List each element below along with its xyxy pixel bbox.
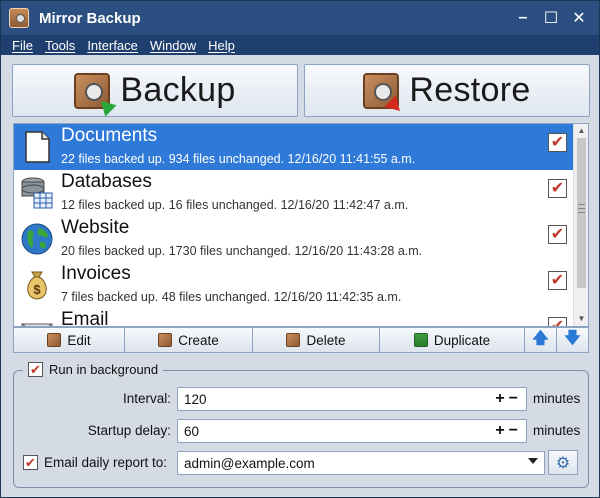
money-bag-icon: $ bbox=[27, 271, 47, 300]
interval-label: Interval: bbox=[122, 391, 171, 406]
email-report-label: Email daily report to: bbox=[44, 455, 168, 470]
restore-button[interactable]: Restore bbox=[304, 64, 590, 117]
run-in-background-checkbox[interactable]: ✔ bbox=[28, 362, 43, 377]
job-name: Website bbox=[61, 217, 130, 238]
create-label: Create bbox=[178, 332, 219, 348]
startup-delay-stepper[interactable]: +− bbox=[495, 422, 522, 440]
run-in-background-label: Run in background bbox=[49, 362, 159, 377]
scroll-up-icon[interactable]: ▲ bbox=[574, 124, 588, 138]
job-enabled-checkbox[interactable]: ✔ bbox=[548, 317, 567, 326]
list-item[interactable]: Email ✔ bbox=[14, 308, 574, 327]
scroll-thumb[interactable] bbox=[577, 138, 586, 288]
backup-job-list[interactable]: Documents 22 files backed up. 934 files … bbox=[13, 123, 589, 327]
grip-icon bbox=[578, 204, 585, 213]
startup-delay-field[interactable]: 60 +− bbox=[177, 419, 527, 443]
menu-help[interactable]: Help bbox=[202, 38, 241, 53]
restore-label: Restore bbox=[409, 71, 531, 109]
job-name: Email bbox=[61, 309, 109, 327]
job-enabled-checkbox[interactable]: ✔ bbox=[548, 133, 567, 152]
gear-icon: ⚙ bbox=[555, 454, 571, 472]
arrow-down-icon: 🡇 bbox=[564, 329, 581, 347]
minimize-button[interactable]: – bbox=[509, 1, 537, 35]
job-enabled-checkbox[interactable]: ✔ bbox=[548, 179, 567, 198]
edit-icon bbox=[47, 333, 62, 347]
move-up-button[interactable]: 🡅 bbox=[525, 328, 557, 352]
email-report-toggle[interactable]: ✔ Email daily report to: bbox=[23, 455, 167, 470]
list-item[interactable]: Databases 12 files backed up. 16 files u… bbox=[14, 170, 574, 216]
interval-value: 120 bbox=[184, 391, 207, 407]
email-value: admin@example.com bbox=[184, 455, 315, 471]
job-toolbar: Edit Create Delete Duplicate 🡅 🡇 bbox=[13, 327, 589, 353]
menu-bar: File Tools Interface Window Help bbox=[1, 35, 599, 55]
svg-text:$: $ bbox=[33, 282, 41, 297]
window-controls: – ☐ ✕ bbox=[509, 1, 593, 35]
email-dropdown[interactable]: admin@example.com bbox=[177, 451, 545, 475]
list-item[interactable]: Website 20 files backed up. 1730 files u… bbox=[14, 216, 574, 262]
title-bar[interactable]: Mirror Backup – ☐ ✕ bbox=[1, 1, 599, 35]
job-enabled-checkbox[interactable]: ✔ bbox=[548, 271, 567, 290]
interval-field[interactable]: 120 +− bbox=[177, 387, 527, 411]
startup-delay-label: Startup delay: bbox=[87, 423, 171, 438]
main-window: Mirror Backup – ☐ ✕ File Tools Interface… bbox=[0, 0, 600, 498]
document-icon bbox=[25, 131, 50, 163]
dropdown-caret-icon bbox=[528, 458, 538, 464]
startup-delay-value: 60 bbox=[184, 423, 200, 439]
arrow-up-icon: 🡅 bbox=[532, 329, 549, 347]
edit-button[interactable]: Edit bbox=[14, 328, 125, 352]
duplicate-label: Duplicate bbox=[433, 332, 491, 348]
backup-label: Backup bbox=[120, 71, 236, 109]
close-button[interactable]: ✕ bbox=[565, 1, 593, 35]
menu-file[interactable]: File bbox=[1, 38, 39, 53]
run-in-background-toggle[interactable]: ✔ Run in background bbox=[23, 362, 164, 377]
job-detail: 12 files backed up. 16 files unchanged. … bbox=[61, 198, 409, 212]
job-enabled-checkbox[interactable]: ✔ bbox=[548, 225, 567, 244]
job-name: Invoices bbox=[61, 263, 131, 284]
move-down-button[interactable]: 🡇 bbox=[557, 328, 588, 352]
menu-interface[interactable]: Interface bbox=[81, 38, 144, 53]
duplicate-button[interactable]: Duplicate bbox=[380, 328, 525, 352]
scroll-down-icon[interactable]: ▼ bbox=[574, 312, 588, 326]
email-report-checkbox[interactable]: ✔ bbox=[23, 455, 38, 470]
create-icon bbox=[158, 333, 173, 347]
delete-button[interactable]: Delete bbox=[253, 328, 380, 352]
delete-label: Delete bbox=[306, 332, 346, 348]
interval-units: minutes bbox=[533, 391, 581, 406]
maximize-button[interactable]: ☐ bbox=[537, 1, 565, 35]
email-icon bbox=[21, 323, 53, 326]
email-settings-button[interactable]: ⚙ bbox=[548, 450, 578, 475]
app-safe-icon bbox=[9, 8, 29, 28]
database-icon bbox=[21, 177, 53, 209]
duplicate-icon bbox=[413, 333, 428, 347]
job-detail: 20 files backed up. 1730 files unchanged… bbox=[61, 244, 423, 258]
edit-label: Edit bbox=[67, 332, 91, 348]
job-detail: 22 files backed up. 934 files unchanged.… bbox=[61, 152, 416, 166]
list-item[interactable]: $ Invoices 7 files backed up. 48 files u… bbox=[14, 262, 574, 308]
menu-window[interactable]: Window bbox=[144, 38, 202, 53]
window-title: Mirror Backup bbox=[39, 9, 141, 27]
create-button[interactable]: Create bbox=[125, 328, 253, 352]
list-item[interactable]: Documents 22 files backed up. 934 files … bbox=[14, 124, 574, 170]
delete-icon bbox=[286, 333, 301, 347]
globe-icon bbox=[21, 223, 53, 255]
job-name: Documents bbox=[61, 125, 158, 146]
menu-tools[interactable]: Tools bbox=[39, 38, 81, 53]
safe-backup-icon bbox=[74, 72, 117, 117]
startup-delay-units: minutes bbox=[533, 423, 581, 438]
job-detail: 7 files backed up. 48 files unchanged. 1… bbox=[61, 290, 402, 304]
job-name: Databases bbox=[61, 171, 152, 192]
backup-button[interactable]: Backup bbox=[12, 64, 298, 117]
interval-stepper[interactable]: +− bbox=[495, 390, 522, 408]
list-scrollbar[interactable]: ▲ ▼ bbox=[573, 124, 588, 326]
safe-restore-icon bbox=[363, 72, 407, 117]
